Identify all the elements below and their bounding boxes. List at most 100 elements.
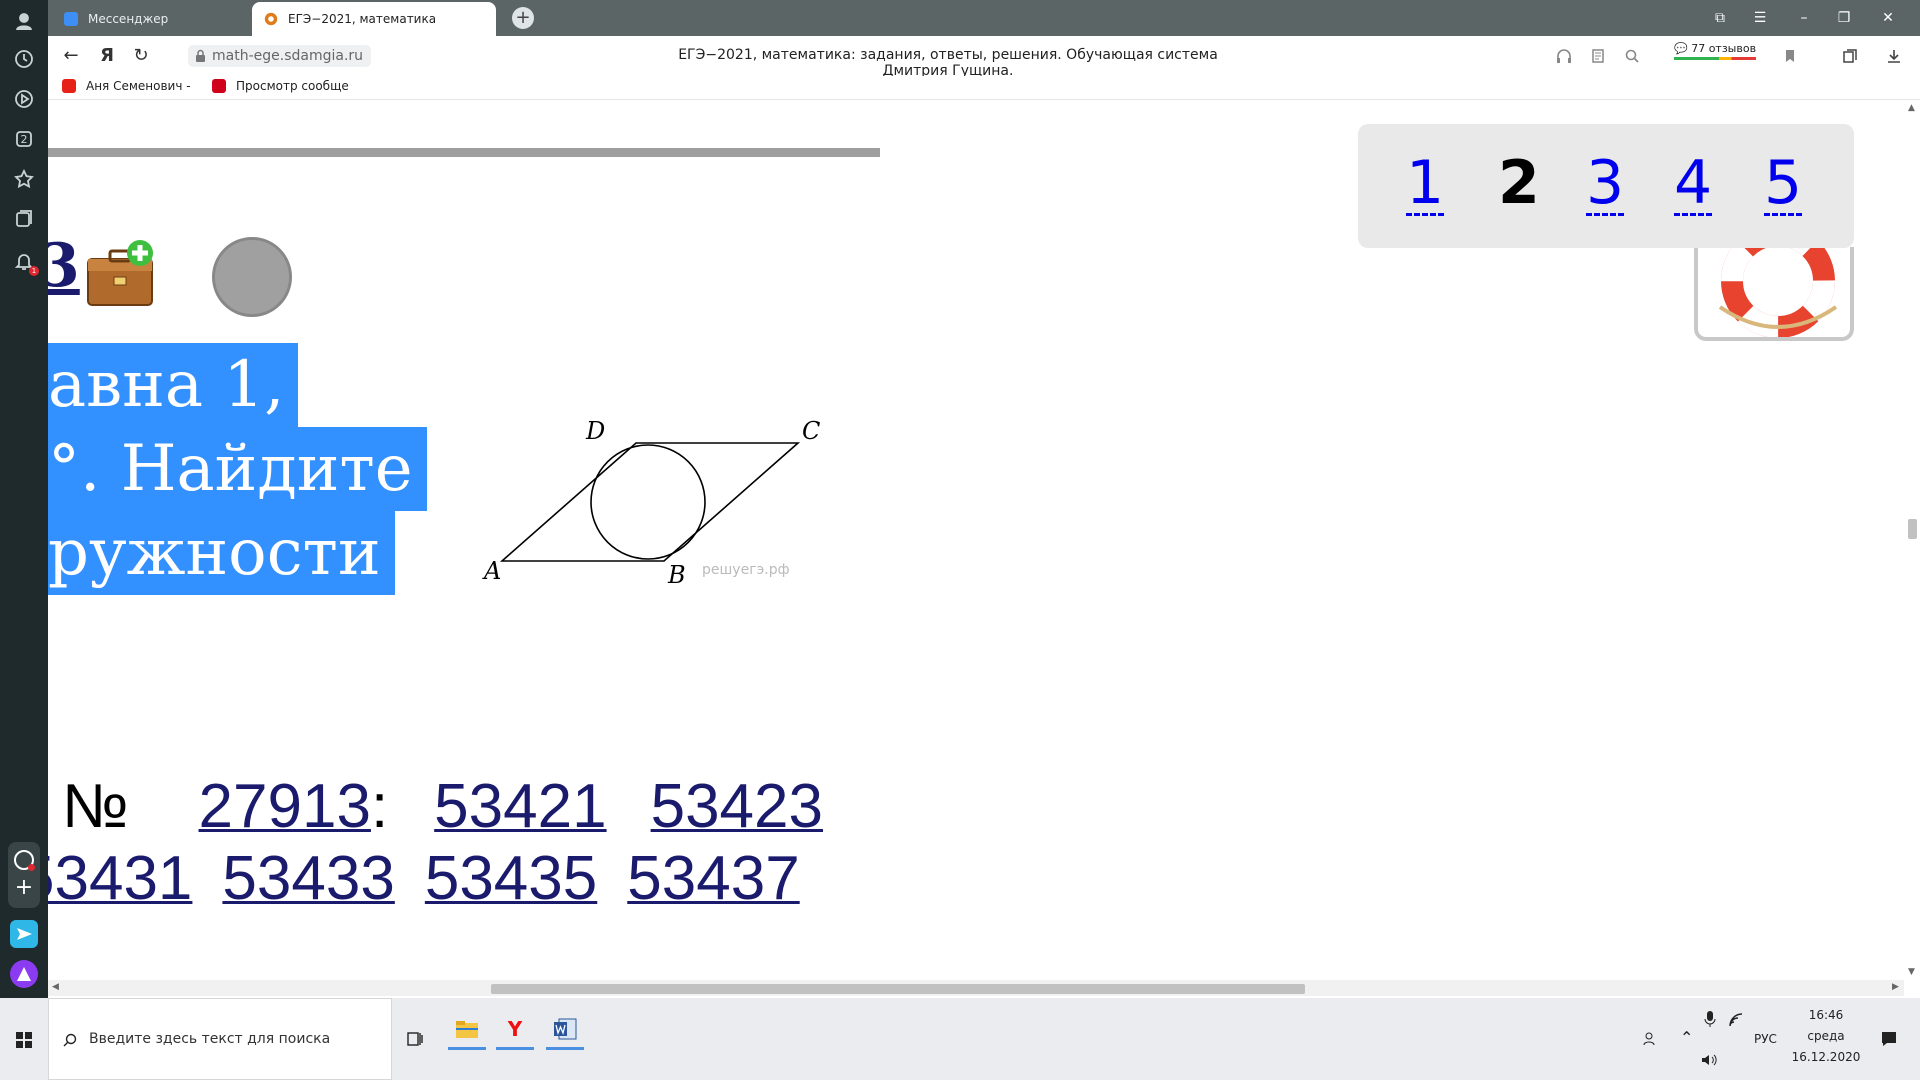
media-controls[interactable]: + [8,842,40,908]
tab-messenger[interactable]: Мессенджер [52,2,248,36]
clock[interactable]: 16:46 среда 16.12.2020 [1790,1008,1862,1064]
notifications-bell-icon[interactable]: 1 [11,248,39,276]
status-circle[interactable] [212,237,292,317]
add-panel-icon[interactable]: + [14,877,34,899]
selected-text-line-1: авна 1, [48,343,299,427]
new-tab-button[interactable]: + [512,7,534,29]
alice-assistant-icon[interactable] [10,960,38,988]
page-content: 3 авна 1, °. Найдите ружности A B C D ре… [48,101,1904,980]
youtube-icon [62,79,76,93]
search-icon [63,1033,77,1047]
problem-link[interactable]: 53423 [651,772,823,841]
scroll-up-arrow-icon[interactable]: ▲ [1908,103,1915,113]
language-indicator[interactable]: РУС [1754,1032,1777,1046]
restore-icon[interactable]: ❐ [1832,6,1856,30]
ids-separator: : [370,772,389,841]
browser-sidebar: 2 1 + [0,0,48,998]
bookmark-label: Аня Семенович - [86,79,191,93]
browser-window: 2 1 + Мессенджер ЕГЭ−2021, математика + … [0,0,1920,1080]
play-icon[interactable] [11,86,37,112]
messenger-app-icon[interactable] [10,920,38,948]
clock-date: 16.12.2020 [1791,1050,1861,1064]
tab-label: ЕГЭ−2021, математика [288,12,437,26]
word-taskbar-app[interactable] [546,1010,584,1050]
vertex-label-a: A [482,557,501,585]
history-icon[interactable] [11,46,37,72]
horizontal-scrollbar[interactable]: ◀ ▶ [48,980,1904,996]
favorites-star-icon[interactable] [11,166,37,192]
rating-bar [1674,57,1756,60]
page-link-3[interactable]: 3 [1586,148,1624,218]
collections-icon[interactable]: 2 [11,126,37,152]
problem-link[interactable]: 53421 [434,772,606,841]
volume-icon[interactable] [1700,1052,1718,1068]
vertex-label-d: D [585,417,605,445]
notes-icon[interactable] [11,206,37,232]
menu-icon[interactable]: ☰ [1748,6,1772,30]
problem-link[interactable]: 53435 [425,844,597,913]
problem-link[interactable]: 53431 [48,844,192,913]
clock-time: 16:46 [1808,1008,1844,1022]
page-title: ЕГЭ−2021, математика: задания, ответы, р… [678,47,1218,79]
headphones-icon[interactable] [1556,48,1572,64]
reader-mode-icon[interactable] [1590,48,1606,64]
tab-bar: Мессенджер ЕГЭ−2021, математика + ⧉ ☰ – … [48,0,1920,36]
sdamgia-favicon-icon [264,12,278,26]
page-link-4[interactable]: 4 [1674,148,1712,218]
page-link-1[interactable]: 1 [1406,148,1444,218]
problem-number-link[interactable]: 3 [48,231,80,301]
scroll-left-arrow-icon[interactable]: ◀ [52,982,59,992]
scroll-right-arrow-icon[interactable]: ▶ [1892,982,1899,992]
problem-link[interactable]: 53433 [222,844,394,913]
translate-search-icon[interactable] [1624,48,1640,64]
vertical-scrollbar[interactable]: ▲ ▼ [1904,101,1920,980]
back-arrow-icon[interactable]: ← [60,45,82,67]
yandex-logo-icon[interactable]: Я [96,45,118,67]
vertex-label-b: B [667,561,686,589]
add-to-variant-briefcase-icon[interactable] [84,237,160,313]
collections-tab-icon[interactable]: ⧉ [1708,6,1732,30]
action-center-icon[interactable] [1880,1030,1898,1048]
scroll-down-arrow-icon[interactable]: ▼ [1908,967,1915,977]
download-icon[interactable] [1886,48,1902,64]
problem-link[interactable]: 53437 [627,844,799,913]
problem-link-main[interactable]: 27913 [199,772,371,841]
close-window-icon[interactable]: ✕ [1876,6,1900,30]
wifi-icon[interactable] [1728,1012,1744,1028]
tab-ege-math[interactable]: ЕГЭ−2021, математика [252,2,496,36]
bookmark-mail[interactable]: Просмотр сообще [212,79,349,93]
people-icon[interactable] [1642,1030,1660,1048]
comment-icon: 💬 [1674,42,1688,55]
microphone-icon[interactable] [1704,1010,1716,1028]
collections-count: 2 [20,132,28,146]
reviews-count: 77 отзывов [1691,42,1757,55]
file-explorer-taskbar-app[interactable] [448,1010,486,1050]
yandex-browser-taskbar-app[interactable]: Y [496,1010,534,1050]
start-button[interactable] [0,998,48,1080]
bookmark-icon[interactable] [1782,48,1798,64]
tray-chevron-up-icon[interactable]: ⌃ [1680,1028,1693,1047]
minimize-icon[interactable]: – [1792,6,1816,30]
inscribed-circle [590,444,706,560]
search-placeholder: Введите здесь текст для поиска [89,1031,331,1047]
vertical-scroll-thumb[interactable] [1908,519,1917,539]
reviews-badge[interactable]: 💬 77 отзывов [1674,42,1756,60]
ids-row-2: 53431 53433 53435 53437 [48,843,800,914]
folder-icon [456,1020,478,1038]
horizontal-scroll-thumb[interactable] [491,984,1305,994]
bookmark-youtube[interactable]: Аня Семенович - [62,79,191,93]
separator-line [48,148,880,157]
url-field[interactable]: math-ege.sdamgia.ru [188,45,372,67]
lifebuoy-icon [1718,247,1838,337]
mail-icon [212,79,226,93]
collections-add-icon[interactable] [1842,48,1858,64]
page-link-5[interactable]: 5 [1764,148,1802,218]
reload-icon[interactable]: ↻ [130,45,152,67]
taskbar-search-box[interactable]: Введите здесь текст для поиска [48,998,392,1080]
help-lifebuoy-button[interactable] [1694,247,1854,341]
media-dot-icon [28,864,35,871]
rhombus-shape [499,442,801,562]
task-view-icon[interactable] [406,1030,424,1048]
clock-day: среда [1807,1029,1845,1043]
profile-icon[interactable] [11,8,37,34]
